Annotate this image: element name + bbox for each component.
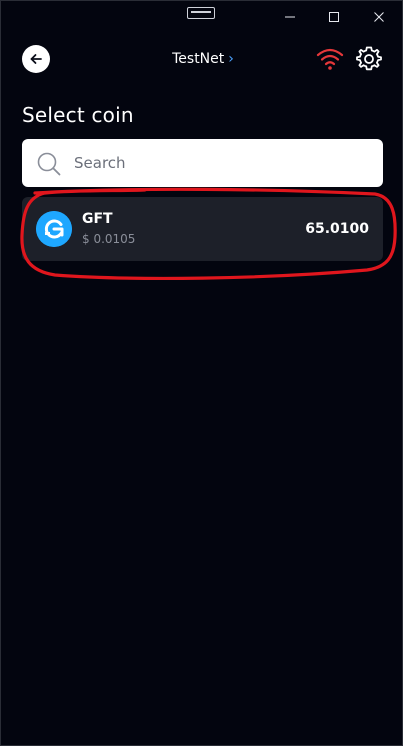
arrow-left-icon bbox=[30, 54, 42, 64]
maximize-icon bbox=[329, 12, 339, 22]
search-box[interactable] bbox=[22, 139, 383, 187]
coin-price: $ 0.0105 bbox=[82, 232, 136, 246]
page-title: Select coin bbox=[22, 103, 134, 127]
coin-balance: 65.0100 bbox=[305, 221, 369, 237]
gear-icon[interactable] bbox=[354, 44, 384, 74]
search-input[interactable] bbox=[74, 139, 374, 187]
search-icon bbox=[37, 152, 61, 176]
drag-handle-icon[interactable] bbox=[187, 7, 215, 19]
close-icon bbox=[374, 12, 384, 22]
network-selector[interactable]: TestNet › bbox=[161, 48, 245, 70]
close-button[interactable] bbox=[356, 1, 402, 33]
wifi-icon[interactable] bbox=[316, 46, 344, 72]
coin-symbol: GFT bbox=[82, 211, 113, 227]
chevron-right-icon: › bbox=[228, 51, 234, 67]
network-label: TestNet bbox=[172, 51, 225, 67]
maximize-button[interactable] bbox=[311, 1, 357, 33]
back-button[interactable] bbox=[22, 45, 50, 73]
minimize-icon bbox=[285, 16, 295, 18]
app-window: TestNet › Select coin GFT $ 0.0105 65.01… bbox=[0, 0, 403, 746]
coin-list-item-gft[interactable]: GFT $ 0.0105 65.0100 bbox=[22, 197, 383, 261]
gft-logo-icon bbox=[36, 211, 72, 247]
minimize-button[interactable] bbox=[267, 1, 313, 33]
title-bar[interactable] bbox=[1, 1, 402, 33]
